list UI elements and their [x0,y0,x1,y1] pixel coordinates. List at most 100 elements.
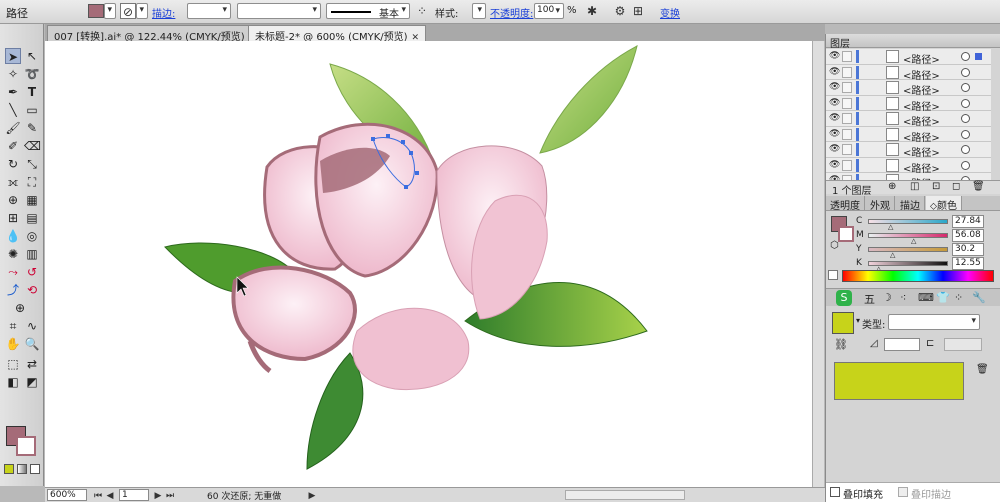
target-icon[interactable] [961,83,970,92]
grid-icon[interactable]: ⁘ [954,291,963,304]
swatch-dropdown-icon[interactable]: ▾ [856,316,860,325]
none-color-box[interactable] [828,270,838,280]
zoom-select[interactable]: 600% [47,489,87,501]
stroke-dropdown[interactable] [136,3,148,19]
lock-toggle[interactable] [842,51,852,62]
keyboard-icon[interactable]: ⌨ [918,291,934,304]
fill-color-picker-icon[interactable]: ⬚ [5,356,21,372]
none-button[interactable] [30,464,40,474]
artboard-canvas[interactable] [45,41,813,487]
target-icon[interactable] [961,114,970,123]
cjk-icon[interactable]: 五 [864,291,875,307]
tab-transparency[interactable]: 透明度 [826,196,865,212]
disabled-input[interactable] [944,338,982,351]
channel-slider[interactable] [868,219,948,224]
zoom-tool-icon[interactable]: 🔍 [24,336,40,352]
symbol-icon[interactable]: ⁘ [414,3,430,19]
opacity-input[interactable]: 100 [534,3,564,19]
anchor-corner-icon[interactable]: ⟲ [24,282,40,298]
fill-dropdown[interactable] [104,3,116,19]
slice-tool-icon[interactable]: ∿ [24,318,40,334]
prev-artboard-icon[interactable]: ◀ [105,488,115,502]
width-tool-icon[interactable]: ⟗ [5,174,21,190]
status-menu-icon[interactable]: ▶ [307,488,317,502]
channel-value[interactable]: 27.84 [952,215,984,228]
color-mode-icon[interactable]: ◩ [24,374,40,390]
gradient-tool-icon[interactable]: ▤ [24,210,40,226]
pan-icon[interactable]: ⊏ [926,338,934,349]
lock-toggle[interactable] [842,97,852,109]
layer-row[interactable]: 👁<路径> [826,64,991,82]
vertical-scrollbar[interactable] [812,41,824,487]
anchor-smooth-icon[interactable]: ⤴ [5,282,21,298]
transform-link[interactable]: 变换 [660,5,680,20]
cube-icon[interactable]: ⬡ [830,240,839,251]
mesh-tool-icon[interactable]: ⊞ [5,210,21,226]
lock-toggle[interactable] [842,66,852,78]
rotate-tool-icon[interactable]: ↻ [5,156,21,172]
layer-row[interactable]: 👁<路径> [826,49,991,66]
eraser-tool-icon[interactable]: ⌫ [24,138,41,154]
layer-row[interactable]: 👁<路径> [826,142,991,159]
hash-icon[interactable]: ⁖ [900,291,906,304]
eye-icon[interactable]: 👁 [829,113,840,123]
eye-icon[interactable]: 👁 [829,160,840,170]
horizontal-scrollbar[interactable] [565,490,685,500]
tab-appearance[interactable]: 外观 [866,196,895,212]
stroke-color-box[interactable] [16,436,36,456]
selection-tool-icon[interactable]: ➤ [5,48,21,64]
channel-value[interactable]: 12.55 [952,257,984,270]
gear-icon[interactable]: ⚙ [612,3,628,19]
brush-profile-dropdown[interactable]: 基本 [326,3,410,20]
tab-untitled-2[interactable]: 未标题-2* @ 600% (CMYK/预览) ✕ [248,25,427,43]
tab-007[interactable]: 007 [转换].ai* @ 122.44% (CMYK/预览)✕ [47,25,264,43]
stroke-label-link[interactable]: 描边: [152,5,175,20]
variable-width-dropdown[interactable] [237,3,321,19]
app-badge-icon[interactable]: S [836,290,852,306]
next-artboard-icon[interactable]: ▶ [153,488,163,502]
layer-row[interactable]: 👁<路径> [826,157,991,175]
layer-row[interactable]: 👁<路径> [826,80,991,97]
selection-indicator[interactable] [975,53,982,60]
channel-value[interactable]: 30.2 [952,243,984,256]
first-artboard-icon[interactable]: ⏮ [93,488,103,502]
layer-row[interactable]: 👁<路径> [826,95,991,113]
pencil-tool-icon[interactable]: ✎ [24,120,40,136]
direct-selection-tool-icon[interactable]: ↖ [24,48,40,64]
rectangle-tool-icon[interactable]: ▭ [24,102,40,118]
lock-toggle[interactable] [842,82,852,93]
type-dropdown[interactable] [888,314,980,330]
magic-wand-tool-icon[interactable]: ✧ [5,66,21,82]
channel-slider[interactable] [868,247,948,252]
fill-swatch[interactable] [88,4,104,18]
opacity-label-link[interactable]: 不透明度: [490,5,533,20]
wrench-icon[interactable]: 🔧 [972,291,986,304]
symbol-sprayer-tool-icon[interactable]: ✺ [5,246,21,262]
free-transform-tool-icon[interactable]: ⛶ [24,174,40,190]
column-graph-tool-icon[interactable]: ▥ [24,246,40,262]
lock-toggle[interactable] [842,144,852,155]
gradient-button[interactable] [17,464,27,474]
layer-row[interactable]: 👁<路径> [826,111,991,128]
target-icon[interactable] [961,98,970,108]
swap-colors-icon[interactable]: ⇄ [24,356,40,372]
eye-icon[interactable]: 👁 [829,98,840,108]
locate-object-icon[interactable]: ⊕ [888,181,896,192]
curvature-icon[interactable]: ↺ [24,264,40,280]
paintbrush-tool-icon[interactable]: 🖌 [5,120,21,136]
default-colors-icon[interactable]: ◧ [5,374,21,390]
hand-tool-icon[interactable]: ✋ [5,336,21,352]
color-panel-stroke[interactable] [838,226,854,242]
triangle-icon[interactable]: ◿ [870,338,878,349]
blend-tool-icon[interactable]: ◎ [24,228,40,244]
artboard-select[interactable]: 1 [119,489,149,501]
lasso-tool-icon[interactable]: ➰ [24,66,40,82]
color-button[interactable] [4,464,14,474]
lock-toggle[interactable] [842,159,852,171]
shirt-icon[interactable]: 👕 [936,291,950,304]
new-sublayer-icon[interactable]: ⊡ [932,181,940,192]
type-tool-icon[interactable]: T [24,84,40,100]
color-spectrum[interactable] [842,270,994,282]
anchor-convert-icon[interactable]: ⤳ [5,264,21,280]
trash-icon[interactable]: 🗑 [976,364,989,375]
